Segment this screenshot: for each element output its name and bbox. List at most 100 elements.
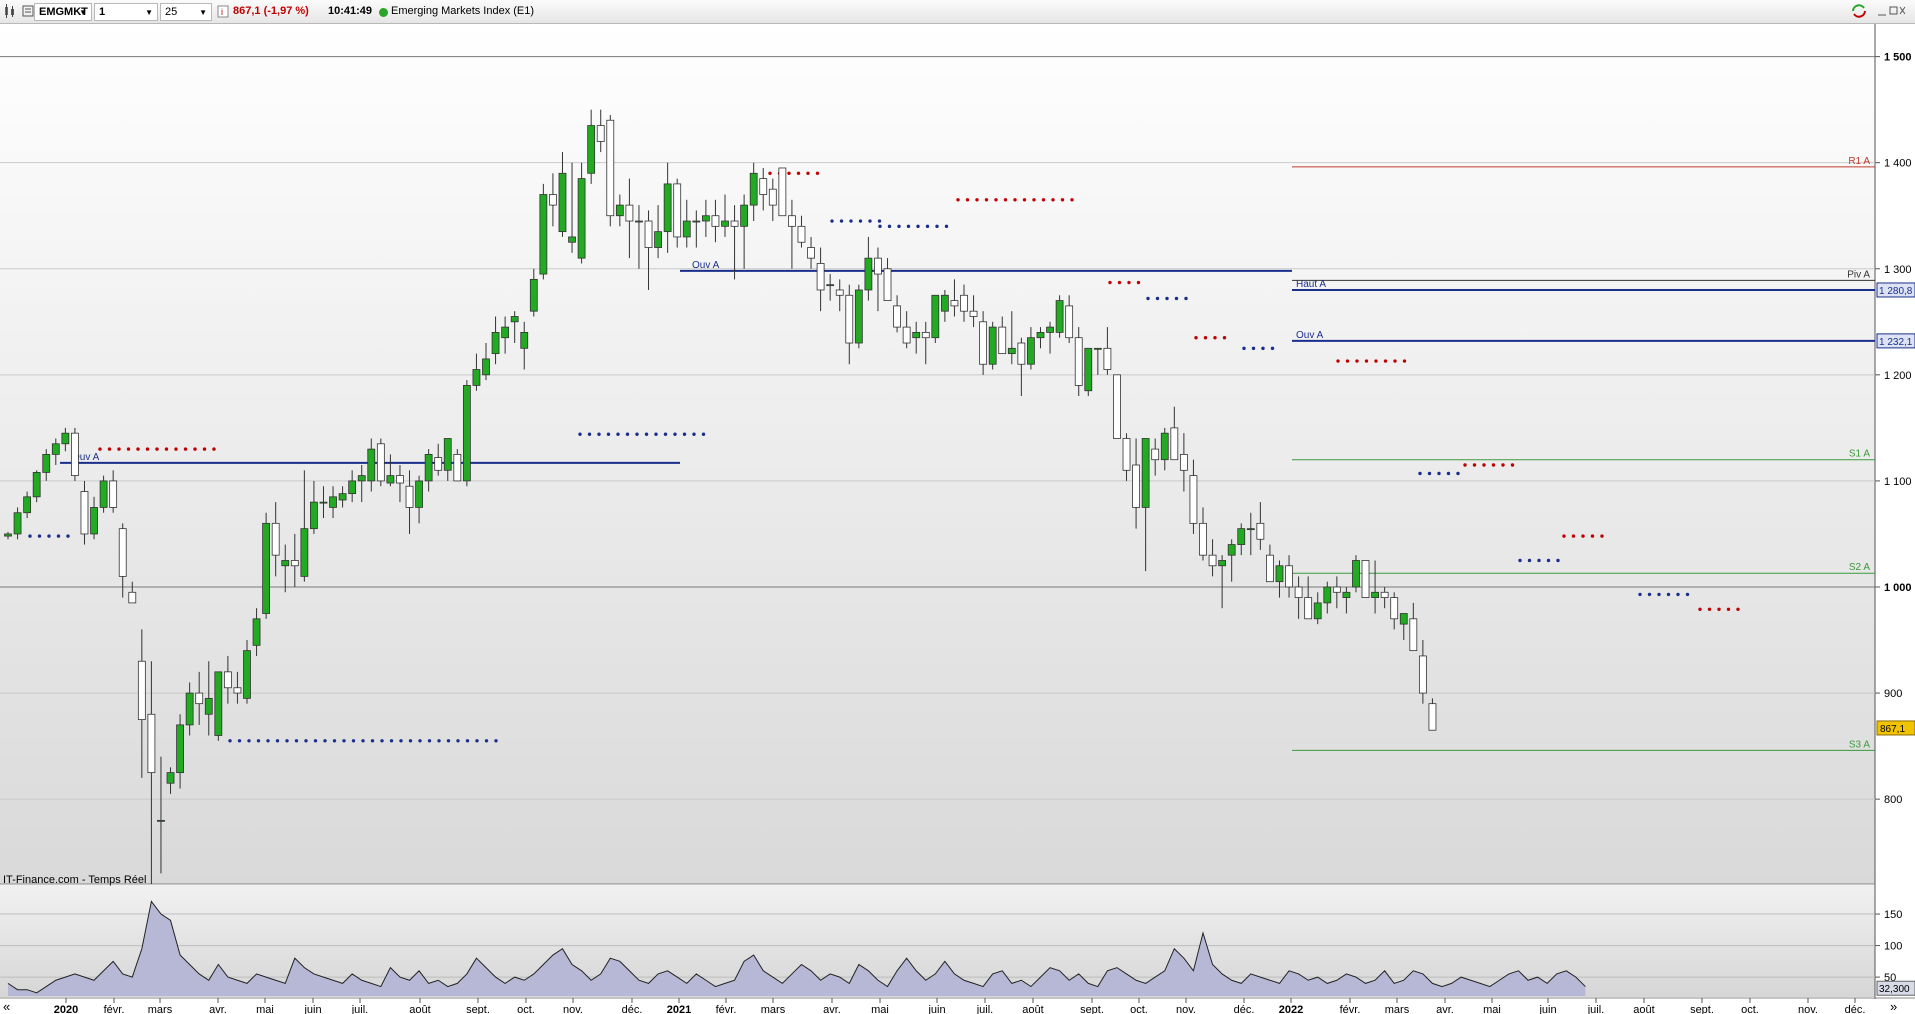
candle-body bbox=[788, 215, 796, 227]
level-dot bbox=[625, 432, 630, 436]
level-dot bbox=[456, 739, 460, 743]
candle-body bbox=[357, 475, 366, 482]
level-dot bbox=[616, 432, 620, 436]
candle-body bbox=[415, 480, 423, 508]
candle-body bbox=[195, 692, 204, 705]
candle-body bbox=[1294, 586, 1303, 598]
candle-body bbox=[1093, 347, 1102, 350]
level-dot bbox=[1676, 592, 1680, 597]
level-label: Ouv A bbox=[1296, 330, 1324, 341]
candle-body bbox=[558, 172, 567, 233]
candle-body bbox=[663, 183, 672, 233]
candle-body bbox=[539, 194, 548, 275]
level-dot bbox=[858, 219, 863, 223]
candle-body bbox=[482, 358, 490, 376]
candle-body bbox=[434, 457, 443, 471]
x-tick-label: nov. bbox=[563, 1004, 583, 1014]
level-dot bbox=[925, 224, 930, 229]
volume-y-tick-label: 150 bbox=[1884, 909, 1902, 921]
candle-body bbox=[529, 278, 538, 312]
candle-body bbox=[319, 501, 328, 504]
candle-body bbox=[1342, 591, 1351, 598]
level-dot bbox=[202, 447, 207, 451]
last-time: 10:41:49 bbox=[328, 5, 373, 17]
info-icon[interactable]: i bbox=[217, 3, 229, 21]
candle-body bbox=[1113, 374, 1121, 439]
candle-body bbox=[1065, 305, 1074, 339]
period-select[interactable]: 1 semaine▼ bbox=[94, 3, 158, 35]
symbol-select[interactable]: EMGMKT ▼ bbox=[34, 3, 92, 21]
chevron-down-icon: ▼ bbox=[199, 8, 207, 17]
x-tick-label: mars bbox=[148, 1004, 173, 1014]
level-dot bbox=[849, 219, 853, 223]
level-dot bbox=[1032, 198, 1036, 202]
level-dot bbox=[98, 447, 102, 451]
level-dot bbox=[1146, 296, 1150, 301]
level-dot bbox=[935, 224, 939, 229]
candle-body bbox=[1084, 347, 1093, 392]
level-dot bbox=[663, 432, 668, 436]
candle-body bbox=[214, 671, 223, 736]
candle-body bbox=[13, 512, 22, 535]
candle-body bbox=[1027, 337, 1035, 365]
candle-body bbox=[721, 220, 729, 227]
level-dot bbox=[1108, 280, 1112, 285]
level-dot bbox=[906, 224, 911, 229]
level-dot bbox=[193, 447, 197, 451]
level-dot bbox=[1518, 558, 1522, 563]
level-dot bbox=[256, 739, 261, 743]
units-select[interactable]: 25 unités▼ bbox=[160, 3, 212, 35]
candlestick-chart-icon[interactable] bbox=[4, 3, 18, 21]
level-dot bbox=[1482, 463, 1486, 467]
candle-body bbox=[960, 294, 968, 312]
x-tick-label: juin bbox=[303, 1004, 321, 1014]
refresh-icon[interactable] bbox=[1850, 3, 1868, 21]
status-dot-icon bbox=[379, 8, 388, 17]
x-tick-label: mars bbox=[761, 1004, 786, 1014]
candle-body bbox=[740, 204, 749, 227]
candle-body bbox=[587, 125, 596, 174]
level-dot bbox=[380, 739, 384, 743]
candle-body bbox=[501, 326, 510, 339]
candle-body bbox=[902, 326, 911, 344]
candle-body bbox=[443, 438, 452, 471]
y-tick-label: 1 500 bbox=[1884, 52, 1912, 64]
level-dot bbox=[370, 739, 375, 743]
level-dot bbox=[275, 739, 280, 743]
candle-body bbox=[1418, 655, 1427, 694]
x-tick-label: déc. bbox=[1845, 1004, 1866, 1014]
candle-body bbox=[682, 220, 691, 238]
chart-settings-icon[interactable] bbox=[22, 3, 34, 21]
window-controls[interactable] bbox=[1876, 3, 1906, 21]
level-dot bbox=[1491, 463, 1496, 467]
level-dot bbox=[1418, 471, 1422, 476]
candle-body bbox=[1227, 544, 1236, 556]
candle-body bbox=[1189, 475, 1198, 524]
candle-body bbox=[1170, 427, 1179, 461]
scroll-right-button[interactable]: » bbox=[1890, 999, 1897, 1014]
candle-body bbox=[950, 300, 959, 307]
scroll-left-button[interactable]: « bbox=[3, 999, 10, 1014]
level-label: S3 A bbox=[1849, 739, 1870, 750]
level-dot bbox=[1456, 471, 1460, 476]
candle-body bbox=[998, 326, 1007, 355]
x-tick-label: juin bbox=[927, 1004, 945, 1014]
x-tick-label: oct. bbox=[1741, 1004, 1759, 1014]
candle-body bbox=[396, 475, 404, 484]
candle-body bbox=[644, 220, 653, 248]
chart-area: Ouv AOuv AR1 APiv AHaut A1 280,8Ouv A1 2… bbox=[0, 24, 1915, 1014]
level-dot bbox=[1270, 346, 1275, 351]
level-dot bbox=[437, 739, 441, 743]
x-tick-label: juil. bbox=[976, 1004, 994, 1014]
watermark: IT-Finance.com - Temps Réel bbox=[3, 874, 146, 886]
candle-body bbox=[1256, 522, 1265, 540]
x-tick-label: déc. bbox=[622, 1004, 643, 1014]
level-dot bbox=[1736, 607, 1740, 611]
candle-body bbox=[1428, 703, 1437, 731]
candle-body bbox=[1132, 464, 1140, 508]
y-tick-label: 900 bbox=[1884, 688, 1902, 700]
level-dot bbox=[475, 739, 479, 743]
candle-body bbox=[988, 326, 997, 365]
level-dot bbox=[1203, 336, 1208, 340]
level-dot bbox=[1251, 346, 1256, 351]
